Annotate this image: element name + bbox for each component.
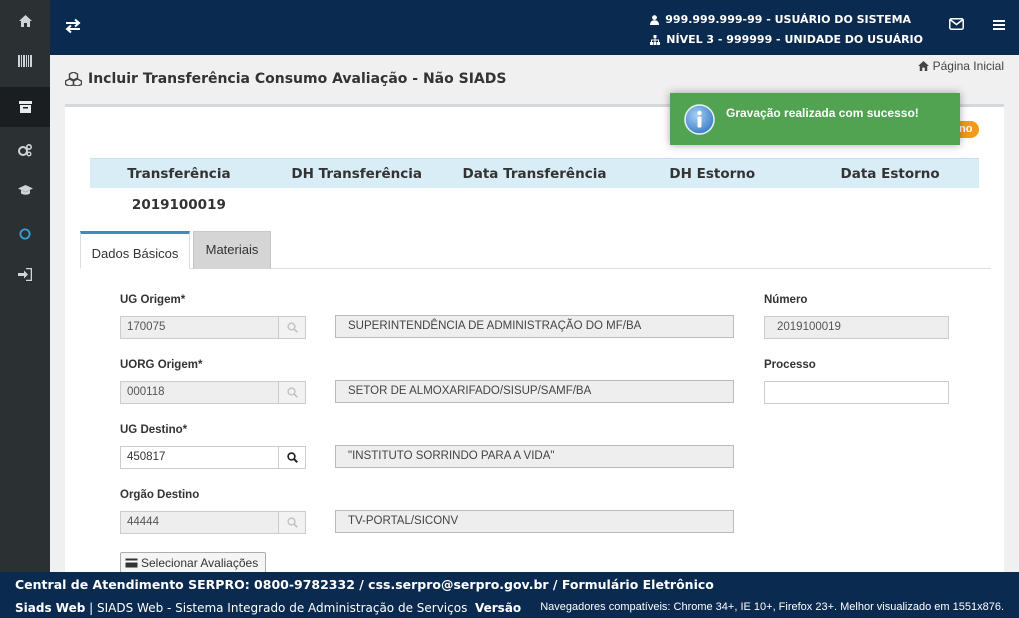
column-header: Transferência bbox=[127, 166, 231, 182]
hamburger-menu-icon[interactable] bbox=[993, 19, 1005, 31]
numero-label: Número bbox=[764, 294, 808, 306]
sidebar-home[interactable] bbox=[0, 1, 50, 41]
barcode-icon bbox=[18, 55, 32, 67]
footer-app-name: Siads Web bbox=[15, 601, 86, 615]
footer-version-label: Versão bbox=[474, 601, 522, 615]
sidebar bbox=[0, 0, 50, 572]
user-info: 999.999.999-99 - USUÁRIO DO SISTEMA NÍVE… bbox=[650, 10, 923, 50]
top-header: 999.999.999-99 - USUÁRIO DO SISTEMA NÍVE… bbox=[50, 0, 1019, 55]
search-icon bbox=[286, 452, 298, 463]
footer-support-line: Central de Atendimento SERPRO: 0800-9782… bbox=[15, 577, 714, 592]
summary-table-header: Transferência DH Transferência Data Tran… bbox=[90, 158, 979, 188]
search-icon bbox=[286, 387, 298, 398]
user-level: NÍVEL 3 - 999999 - UNIDADE DO USUÁRIO bbox=[666, 33, 923, 46]
sidebar-training[interactable] bbox=[0, 170, 50, 210]
table-cell bbox=[446, 188, 624, 222]
circle-icon bbox=[19, 228, 31, 240]
column-header: DH Estorno bbox=[669, 166, 756, 182]
breadcrumb-home[interactable]: Página Inicial bbox=[917, 59, 1004, 73]
page-title-text: Incluir Transferência Consumo Avaliação … bbox=[88, 71, 507, 87]
tab-materiais[interactable]: Materiais bbox=[193, 231, 271, 269]
footer-app-description: | SIADS Web - Sistema Integrado de Admin… bbox=[89, 601, 468, 615]
table-row: 2019100019 bbox=[90, 188, 979, 222]
user-icon bbox=[650, 15, 660, 25]
selecionar-avaliacoes-label: Selecionar Avaliações bbox=[141, 556, 259, 570]
processo-label: Processo bbox=[764, 359, 816, 371]
envelope-icon[interactable] bbox=[949, 18, 964, 30]
ug-destino-code-field[interactable]: 450817 bbox=[120, 446, 279, 469]
ug-destino-label: UG Destino* bbox=[120, 424, 188, 436]
ug-origem-label: UG Origem* bbox=[120, 294, 186, 306]
table-cell bbox=[623, 188, 801, 222]
sidebar-barcode[interactable] bbox=[0, 41, 50, 81]
orgao-destino-label: Orgão Destino bbox=[120, 489, 200, 501]
ug-origem-description: SUPERINTENDÊNCIA DE ADMINISTRAÇÃO DO MF/… bbox=[335, 315, 734, 338]
ug-destino-search-button[interactable] bbox=[279, 446, 306, 469]
orgao-destino-search-button bbox=[279, 511, 306, 534]
processo-field[interactable] bbox=[764, 381, 949, 404]
user-name: 999.999.999-99 - USUÁRIO DO SISTEMA bbox=[665, 13, 912, 26]
table-cell bbox=[268, 188, 446, 222]
ug-destino-description: "INSTITUTO SORRINDO PARA A VIDA" bbox=[335, 445, 734, 468]
home-icon bbox=[917, 61, 929, 71]
orgao-destino-code-field: 44444 bbox=[120, 511, 279, 534]
column-header: DH Transferência bbox=[291, 166, 422, 182]
orgao-destino-description: TV-PORTAL/SICONV bbox=[335, 510, 734, 533]
home-link-label: Página Inicial bbox=[932, 59, 1004, 73]
footer: Central de Atendimento SERPRO: 0800-9782… bbox=[0, 572, 1019, 618]
credit-card-icon bbox=[125, 558, 138, 568]
sidebar-settings[interactable] bbox=[0, 130, 50, 170]
ug-origem-code-field: 170075 bbox=[120, 316, 279, 339]
numero-field: 2019100019 bbox=[764, 316, 949, 339]
info-icon bbox=[684, 104, 715, 135]
sidebar-archive[interactable] bbox=[0, 87, 50, 127]
uorg-origem-label: UORG Origem* bbox=[120, 359, 203, 371]
column-header: Data Transferência bbox=[462, 166, 607, 182]
uorg-origem-search-button bbox=[279, 381, 306, 404]
graduation-cap-icon bbox=[17, 184, 33, 195]
search-icon bbox=[286, 322, 298, 333]
search-icon bbox=[286, 517, 298, 528]
gears-icon bbox=[18, 143, 32, 156]
sign-in-icon bbox=[18, 267, 32, 281]
cubes-icon bbox=[65, 72, 82, 86]
toast-message: Gravação realizada com sucesso! bbox=[726, 106, 919, 120]
table-cell: 2019100019 bbox=[131, 197, 226, 213]
swap-arrows-icon[interactable] bbox=[64, 17, 82, 35]
selecionar-avaliacoes-button[interactable]: Selecionar Avaliações bbox=[120, 552, 266, 574]
success-toast[interactable]: Gravação realizada com sucesso! bbox=[670, 93, 960, 145]
tab-dados-basicos[interactable]: Dados Básicos bbox=[80, 231, 190, 269]
sidebar-logout[interactable] bbox=[0, 254, 50, 294]
uorg-origem-code-field: 000118 bbox=[120, 381, 279, 404]
footer-browsers: Navegadores compatíveis: Chrome 34+, IE … bbox=[540, 601, 1004, 613]
uorg-origem-description: SETOR DE ALMOXARIFADO/SISUP/SAMF/BA bbox=[335, 380, 734, 403]
sidebar-circle[interactable] bbox=[0, 214, 50, 254]
home-icon bbox=[18, 15, 32, 27]
column-header: Data Estorno bbox=[840, 166, 940, 182]
footer-app-info: Siads Web | SIADS Web - Sistema Integrad… bbox=[15, 601, 521, 615]
ug-origem-search-button bbox=[279, 316, 306, 339]
sitemap-icon bbox=[650, 35, 661, 45]
archive-icon bbox=[18, 101, 32, 113]
page-title: Incluir Transferência Consumo Avaliação … bbox=[65, 71, 506, 87]
table-cell bbox=[801, 188, 979, 222]
